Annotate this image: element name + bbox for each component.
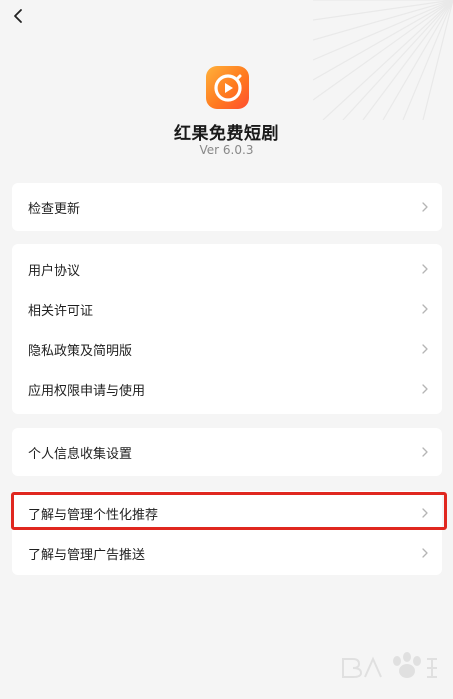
chevron-right-icon <box>422 264 428 274</box>
card-update: 检查更新 <box>12 183 442 231</box>
back-button[interactable] <box>6 4 30 28</box>
sunburst-decoration <box>313 0 453 120</box>
chevron-left-icon <box>14 9 22 23</box>
item-label: 用户协议 <box>28 263 81 279</box>
check-update-item[interactable]: 检查更新 <box>12 183 442 231</box>
card-personal-info: 个人信息收集设置 <box>12 428 442 476</box>
app-permissions-item[interactable]: 应用权限申请与使用 <box>12 369 442 409</box>
item-label: 检查更新 <box>28 201 81 217</box>
chevron-right-icon <box>422 202 428 212</box>
chevron-right-icon <box>422 344 428 354</box>
chevron-right-icon <box>422 508 428 518</box>
item-label: 相关许可证 <box>28 303 94 319</box>
licenses-item[interactable]: 相关许可证 <box>12 289 442 329</box>
card-legal: 用户协议 相关许可证 隐私政策及简明版 应用权限申请与使用 <box>12 244 442 414</box>
item-label: 了解与管理个性化推荐 <box>28 507 159 523</box>
about-page: 红果免费短剧 Ver 6.0.3 检查更新 用户协议 相关许可证 隐私政策及简明… <box>0 0 453 699</box>
baidu-paw-icon <box>342 652 437 678</box>
card-recommendation: 了解与管理个性化推荐 了解与管理广告推送 <box>12 491 442 575</box>
app-version: Ver 6.0.3 <box>199 143 254 157</box>
chevron-right-icon <box>422 548 428 558</box>
personalized-recommendation-item[interactable]: 了解与管理个性化推荐 <box>12 493 442 533</box>
app-name: 红果免费短剧 <box>174 124 279 144</box>
play-icon <box>213 73 242 102</box>
user-agreement-item[interactable]: 用户协议 <box>12 249 442 289</box>
ad-push-management-item[interactable]: 了解与管理广告推送 <box>12 533 442 573</box>
privacy-policy-item[interactable]: 隐私政策及简明版 <box>12 329 442 369</box>
chevron-right-icon <box>422 304 428 314</box>
item-label: 个人信息收集设置 <box>28 446 133 462</box>
item-label: 隐私政策及简明版 <box>28 343 133 359</box>
item-label: 了解与管理广告推送 <box>28 547 146 563</box>
personal-info-settings-item[interactable]: 个人信息收集设置 <box>12 428 442 476</box>
app-logo <box>206 66 249 109</box>
item-label: 应用权限申请与使用 <box>28 383 146 399</box>
chevron-right-icon <box>422 384 428 394</box>
chevron-right-icon <box>422 447 428 457</box>
